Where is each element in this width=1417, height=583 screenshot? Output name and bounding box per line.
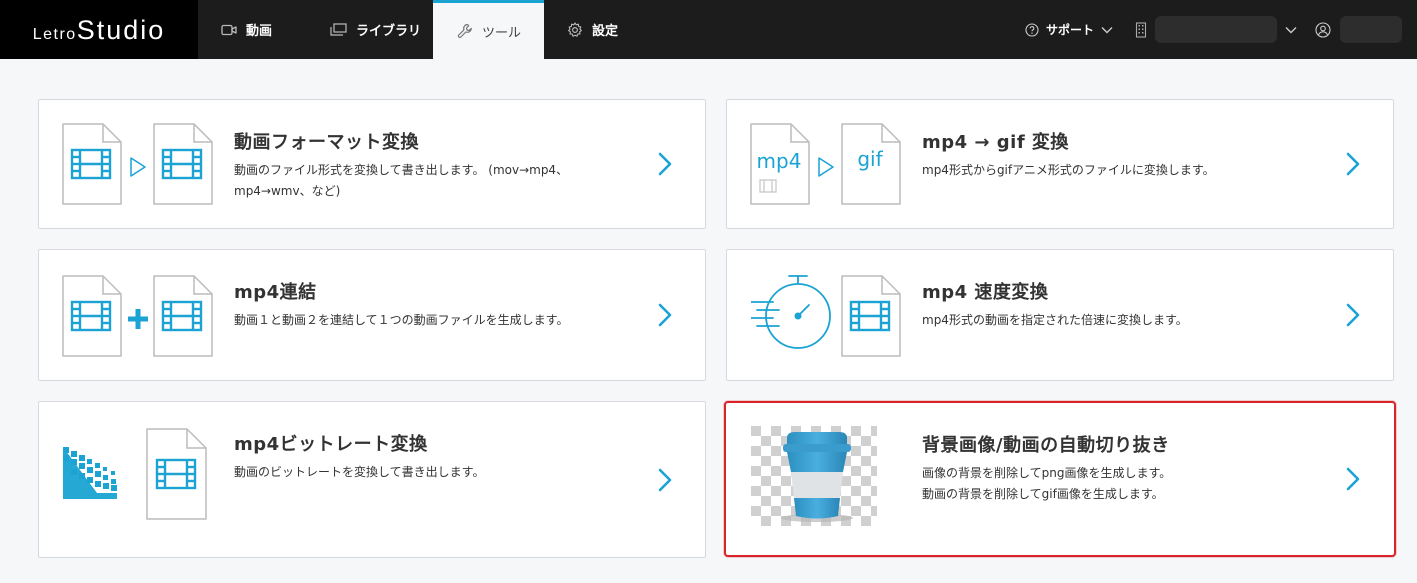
mp4-illustration-label: mp4 — [757, 149, 802, 173]
building-icon — [1135, 21, 1147, 38]
format-convert-illustration — [62, 123, 213, 205]
nav-tab-tools-label: ツール — [482, 25, 522, 41]
chevron-right-icon — [1346, 152, 1360, 176]
gif-illustration-label: gif — [857, 147, 883, 171]
tool-card-description: 画像の背景を削除してpng画像を生成します。 動画の背景を削除してgif画像を生… — [922, 466, 1172, 501]
nav-tab-library[interactable]: ライブラリ — [308, 0, 433, 59]
chevron-right-icon — [658, 468, 672, 491]
mp4-to-gif-illustration: mp4 gif — [750, 123, 901, 205]
tool-card-text: mp4ビットレート変換 動画のビットレートを変換して書き出します。 — [234, 430, 635, 483]
tool-card-title: 動画フォーマット変換 — [234, 132, 419, 153]
nav-tab-video-label: 動画 — [246, 24, 273, 39]
support-menu[interactable]: サポート — [1025, 21, 1113, 38]
nav-tab-settings[interactable]: 設定 — [544, 0, 644, 59]
tool-card-title: 背景画像/動画の自動切り抜き — [922, 435, 1170, 456]
tool-card-description: mp4形式からgifアニメ形式のファイルに変換します。 — [922, 163, 1215, 177]
tool-card-description: 動画のビットレートを変換して書き出します。 — [234, 465, 485, 479]
library-icon — [330, 23, 347, 36]
chevron-right-icon — [1346, 303, 1360, 327]
main-nav: 動画 ライブラリ ツール 設定 — [198, 0, 644, 59]
header-right-area: サポート — [1025, 0, 1417, 59]
tool-card-title: mp4 → gif 変換 — [922, 132, 1069, 153]
tool-card-description: 動画のファイル形式を変換して書き出します。 (mov→mp4、 mp4→wmv、… — [234, 163, 569, 198]
background-removal-illustration — [751, 426, 877, 526]
organization-selector[interactable] — [1135, 16, 1297, 43]
tool-card-title: mp4ビットレート変換 — [234, 434, 428, 455]
gear-icon — [568, 21, 582, 37]
user-avatar-icon — [1315, 21, 1331, 38]
tool-card-text: mp4連結 動画１と動画２を連結して１つの動画ファイルを生成します。 — [234, 278, 635, 331]
organization-name-masked — [1155, 16, 1277, 43]
chevron-down-icon — [1285, 26, 1297, 33]
mp4-bitrate-illustration — [63, 428, 207, 520]
top-navigation-bar: Letro Studio 動画 ライブラリ ツール 設定 サポート — [0, 0, 1417, 59]
tool-card-mp4-speed[interactable]: mp4 速度変換 mp4形式の動画を指定された倍速に変換します。 — [726, 249, 1394, 381]
letro-studio-logo[interactable]: Letro Studio — [0, 0, 198, 59]
nav-tab-tools[interactable]: ツール — [433, 0, 544, 59]
nav-tab-video[interactable]: 動画 — [198, 0, 308, 59]
tool-card-title: mp4連結 — [234, 282, 317, 303]
tool-card-description: 動画１と動画２を連結して１つの動画ファイルを生成します。 — [234, 313, 569, 327]
tool-card-mp4-bitrate[interactable]: mp4ビットレート変換 動画のビットレートを変換して書き出します。 — [38, 401, 706, 558]
user-menu[interactable] — [1315, 16, 1402, 43]
tool-card-text: mp4 → gif 変換 mp4形式からgifアニメ形式のファイルに変換します。 — [922, 128, 1323, 181]
mp4-speed-illustration — [751, 275, 901, 357]
tool-card-background-removal[interactable]: 背景画像/動画の自動切り抜き 画像の背景を削除してpng画像を生成します。 動画… — [724, 401, 1396, 557]
tool-card-text: mp4 速度変換 mp4形式の動画を指定された倍速に変換します。 — [922, 278, 1323, 331]
chevron-down-icon — [1101, 26, 1113, 33]
chevron-right-icon — [1346, 467, 1360, 491]
help-circle-icon — [1025, 22, 1039, 37]
tool-card-title: mp4 速度変換 — [922, 282, 1049, 303]
tool-card-format-convert[interactable]: 動画フォーマット変換 動画のファイル形式を変換して書き出します。 (mov→mp… — [38, 99, 706, 229]
tool-card-text: 動画フォーマット変換 動画のファイル形式を変換して書き出します。 (mov→mp… — [234, 128, 635, 202]
nav-tab-settings-label: 設定 — [592, 24, 619, 39]
chevron-right-icon — [658, 152, 672, 176]
tool-card-mp4-to-gif[interactable]: mp4 gif mp4 → gif 変換 mp4形式からgifアニメ形式のファイ… — [726, 99, 1394, 229]
chevron-right-icon — [658, 303, 672, 327]
wrench-icon — [457, 23, 472, 38]
tool-card-text: 背景画像/動画の自動切り抜き 画像の背景を削除してpng画像を生成します。 動画… — [922, 431, 1324, 505]
tool-card-description: mp4形式の動画を指定された倍速に変換します。 — [922, 313, 1188, 327]
mp4-concat-illustration — [62, 275, 213, 357]
logo-text-studio: Studio — [76, 15, 166, 45]
logo-text-letro: Letro — [32, 26, 77, 43]
video-camera-icon — [221, 24, 237, 35]
user-name-masked — [1340, 16, 1402, 43]
support-label: サポート — [1045, 23, 1094, 37]
tool-card-mp4-concat[interactable]: mp4連結 動画１と動画２を連結して１つの動画ファイルを生成します。 — [38, 249, 706, 381]
nav-tab-library-label: ライブラリ — [356, 24, 422, 39]
